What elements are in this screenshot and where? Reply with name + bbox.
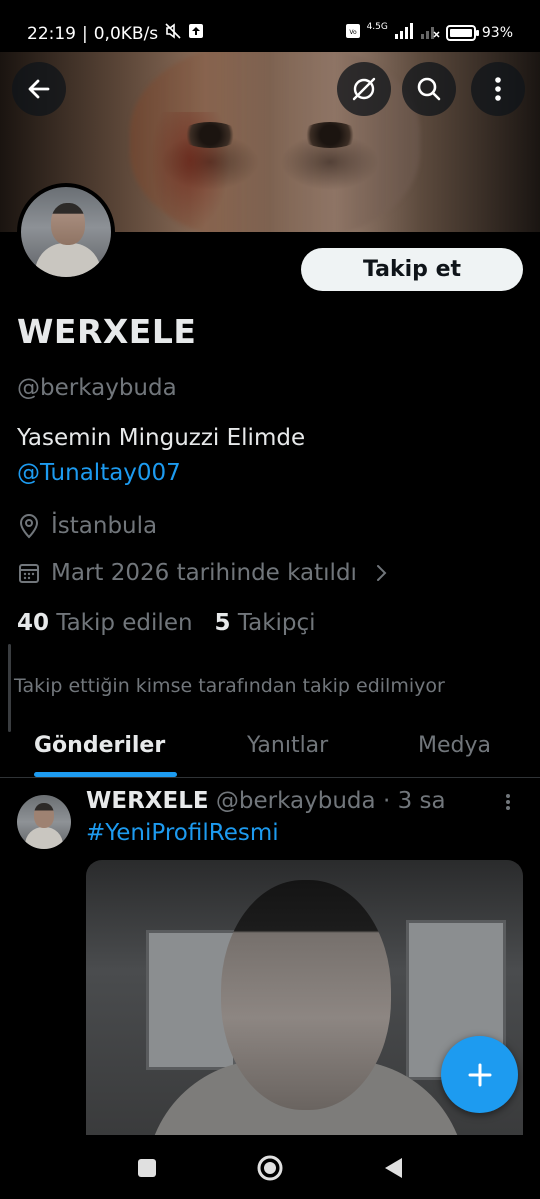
not-followed-note: Takip ettiğin kimse tarafından takip edi… [14,675,445,697]
bio-mention-link[interactable]: @Tunaltay007 [17,460,181,486]
joined-text: Mart 2026 tarihinde katıldı [51,560,357,586]
status-left: 22:19 | 0,0KB/s [27,22,204,45]
avatar-body [35,243,101,277]
post-handle: @berkaybuda [215,788,376,814]
following-count: 40 [17,610,50,636]
home-icon [257,1155,283,1181]
tab-media[interactable]: Medya [418,733,491,758]
volte-icon: Vo [345,22,361,44]
calendar-icon [19,564,39,583]
recent-apps-icon [138,1159,156,1177]
image-person-head [221,880,391,1110]
recent-apps-button[interactable] [132,1153,162,1183]
status-time: 22:19 [27,23,76,44]
network-type: 4.5G [366,22,388,32]
status-bar: 22:19 | 0,0KB/s Vo 4.5G 93% [0,0,540,52]
search-button[interactable] [402,62,456,116]
tab-replies[interactable]: Yanıtlar [247,733,328,758]
compose-button[interactable] [441,1036,518,1113]
profile-location: İstanbula [17,513,157,539]
follow-button[interactable]: Takip et [301,248,523,291]
banner-eye-right [300,122,360,148]
back-arrow-icon [28,79,50,99]
following-label: Takip edilen [56,610,193,636]
post-hashtag[interactable]: #YeniProfilResmi [86,820,279,846]
status-net-speed: 0,0KB/s [93,23,159,44]
post-time: 3 sa [397,788,446,814]
system-nav-bar [0,1135,540,1199]
back-icon [385,1158,402,1178]
home-button[interactable] [255,1153,285,1183]
plus-icon [468,1063,491,1086]
post-header: WERXELE @berkaybuda · 3 sa [86,788,446,814]
more-button[interactable] [471,62,525,116]
profile-joined[interactable]: Mart 2026 tarihinde katıldı [17,560,389,586]
follow-stats: 40 Takip edilen 5 Takipçi [17,610,316,636]
grok-icon [352,77,376,101]
wifi-off-icon [420,23,440,43]
post-separator: · [382,788,391,814]
upload-icon [188,23,204,44]
scrollbar[interactable] [8,644,11,732]
search-icon [417,77,441,101]
status-divider: | [82,23,88,44]
following-link[interactable]: 40 Takip edilen [17,610,193,636]
banner-eye-left [180,122,240,148]
profile-tabs: Gönderiler Yanıtlar Medya [0,720,540,778]
chevron-right-icon [376,565,387,581]
avatar-head [51,203,85,245]
tab-posts[interactable]: Gönderiler [34,733,165,758]
more-vertical-icon [506,794,510,810]
post-avatar-body [25,827,63,849]
followers-label: Takipçi [237,610,316,636]
mute-icon [164,22,182,45]
back-nav-button[interactable] [378,1153,408,1183]
profile-avatar[interactable] [17,183,115,281]
more-vertical-icon [495,77,501,101]
profile-handle: @berkaybuda [17,375,177,401]
location-text: İstanbula [51,513,158,539]
profile-display-name: WERXELE [17,312,197,351]
status-right: Vo 4.5G 93% [345,22,513,44]
signal-icon [394,23,414,43]
battery-level: 93% [481,25,513,41]
grok-button[interactable] [337,62,391,116]
location-icon [19,513,39,539]
post-more-button[interactable] [505,792,511,817]
back-button[interactable] [12,62,66,116]
battery-icon [445,25,479,41]
post-author[interactable]: WERXELE [86,788,209,814]
followers-link[interactable]: 5 Takipçi [215,610,316,636]
post-avatar[interactable] [17,795,71,849]
active-tab-indicator [34,772,177,777]
svg-text:Vo: Vo [349,29,357,36]
post-avatar-head [34,803,54,828]
profile-bio: Yasemin Minguzzi Elimde [17,425,306,451]
followers-count: 5 [214,610,231,636]
